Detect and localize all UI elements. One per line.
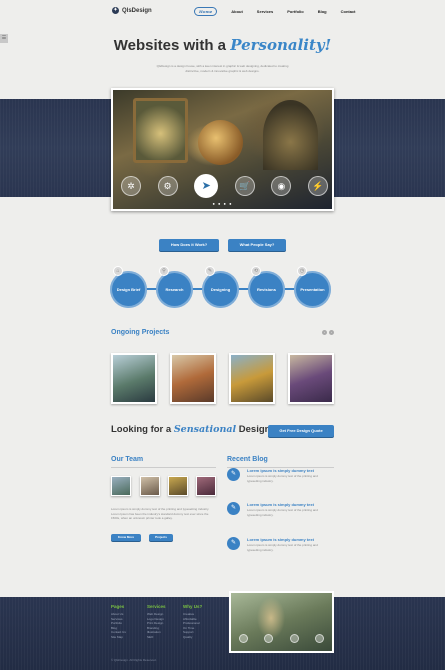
process-step-badge-icon: ◷ [297,266,307,276]
cart-icon[interactable]: 🛒 [234,176,255,196]
process-step-badge-icon: ✎ [205,266,215,276]
hero-slider[interactable]: ✲ ⚙ ➤ 🛒 ◉ ⚡ ● ● ● ● [111,88,334,211]
main-nav: Home About Services Portfolio Blog Conta… [194,7,356,16]
process-step[interactable]: Revisions [248,271,285,308]
footer-column-heading: Services [147,604,166,609]
footer-link[interactable]: SEO [147,635,181,640]
nav-item-about[interactable]: About [231,9,243,14]
logo-mark-icon: ✦ [112,7,119,14]
nav-item-contact[interactable]: Contact [341,9,356,14]
send-icon[interactable]: ➤ [194,174,219,198]
team-member-photo[interactable] [140,476,160,496]
footer-featured-image[interactable] [229,591,334,653]
footer-column: Pages About Us Services Portfolio Blog Contac… [111,604,145,639]
process-step[interactable]: Research [156,271,193,308]
slider-icon-row: ✲ ⚙ ➤ 🛒 ◉ ⚡ [121,174,328,198]
project-thumb[interactable] [288,353,334,404]
process-step[interactable]: Presentation [294,271,331,308]
team-member-photo[interactable] [196,476,216,496]
footer-circle-icon[interactable] [314,634,324,643]
pencil-icon: ✎ [227,468,240,481]
blog-post-excerpt: Lorem ipsum is simply dummy text of the … [247,543,318,552]
nav-item-blog[interactable]: Blog [318,9,327,14]
footer-circle-icon[interactable] [289,634,299,643]
footer-link[interactable]: Site Map [111,635,145,640]
process-step-badge-icon: ⌂ [113,266,123,276]
projects-prev-button[interactable]: ‹ [322,330,327,335]
footer-column: Why Us? Creative Affordable Professional On … [183,604,217,639]
team-member-photo[interactable] [168,476,188,496]
blog-post-title[interactable]: Lorem ipsum is simply dummy text [247,502,314,507]
hero-title-script: Personality! [230,36,332,54]
project-thumb[interactable] [229,353,275,404]
cta-heading: Looking for a Sensational Design? [111,424,276,435]
footer-circle-icon[interactable] [239,634,249,643]
how-it-works-button[interactable]: How Does it Work? [159,239,219,251]
camera-icon[interactable]: ◉ [271,176,292,196]
blog-post[interactable]: ✎ Lorem ipsum is simply dummy text Lorem i… [227,502,334,532]
projects-title: Ongoing Projects [111,329,170,336]
projects-arrows: ‹ › [322,330,334,335]
team-divider [111,467,216,468]
team-description: Lorem ipsum is simply dummy text of the … [111,507,210,520]
copyright: © QlsDesign. All Rights Reserved. [111,658,157,662]
projects-button[interactable]: Projects [149,534,173,541]
process-step[interactable]: Design Brief [110,271,147,308]
pencil-icon: ✎ [227,502,240,515]
slider-pagination[interactable]: ● ● ● ● [113,201,332,206]
cta-script: Sensational [173,424,237,435]
project-thumb[interactable] [170,353,216,404]
slider-art-arch [263,100,318,170]
pencil-icon: ✎ [227,537,240,550]
asterisk-icon[interactable]: ✲ [121,176,141,196]
lightning-icon[interactable]: ⚡ [307,176,328,196]
blog-post-title[interactable]: Lorem ipsum is simply dummy text [247,468,314,473]
project-thumb[interactable] [111,353,157,404]
what-people-say-button[interactable]: What People Say? [228,239,286,251]
nav-item-services[interactable]: Services [257,9,273,14]
team-member-photo[interactable] [111,476,131,496]
slider-art-figure [198,120,243,165]
projects-next-button[interactable]: › [329,330,334,335]
nav-item-portfolio[interactable]: Portfolio [287,9,303,14]
gear-icon[interactable]: ⚙ [157,176,178,196]
blog-post[interactable]: ✎ Lorem ipsum is simply dummy text Lorem i… [227,537,334,567]
process-step-badge-icon: ⚲ [159,266,169,276]
logo-text: QlsDesign [122,7,152,14]
team-title: Our Team [111,456,144,463]
blog-post-excerpt: Lorem ipsum is simply dummy text of the … [247,508,318,517]
footer-column: Services Web Design Logo Design Print Desig… [147,604,181,639]
footer [0,597,445,670]
logo[interactable]: ✦ QlsDesign [112,7,152,14]
footer-circle-icon[interactable] [264,634,274,643]
process-step[interactable]: Designing [202,271,239,308]
hero-subtitle: QlsDesign is a design house, with a keen… [156,64,289,73]
cta-prefix: Looking for a [111,424,174,435]
blog-post[interactable]: ✎ Lorem ipsum is simply dummy text Lorem i… [227,468,334,498]
footer-column-heading: Pages [111,604,125,609]
footer-link[interactable]: Quality [183,635,217,640]
blog-post-excerpt: Lorem ipsum is simply dummy text of the … [247,474,318,483]
hero-title-prefix: Websites with a [113,37,231,54]
blog-title: Recent Blog [227,456,268,463]
nav-item-home[interactable]: Home [194,7,218,16]
get-quote-button[interactable]: Get Free Design Quote [268,425,334,437]
footer-column-heading: Why Us? [183,604,203,609]
process-step-badge-icon: ⟲ [251,266,261,276]
blog-post-title[interactable]: Lorem ipsum is simply dummy text [247,537,314,542]
slider-art-frame [133,98,188,163]
know-more-button[interactable]: Know More [111,534,141,541]
hero-title: Websites with a Personality! [0,36,445,54]
footer-image-icons [231,634,332,643]
